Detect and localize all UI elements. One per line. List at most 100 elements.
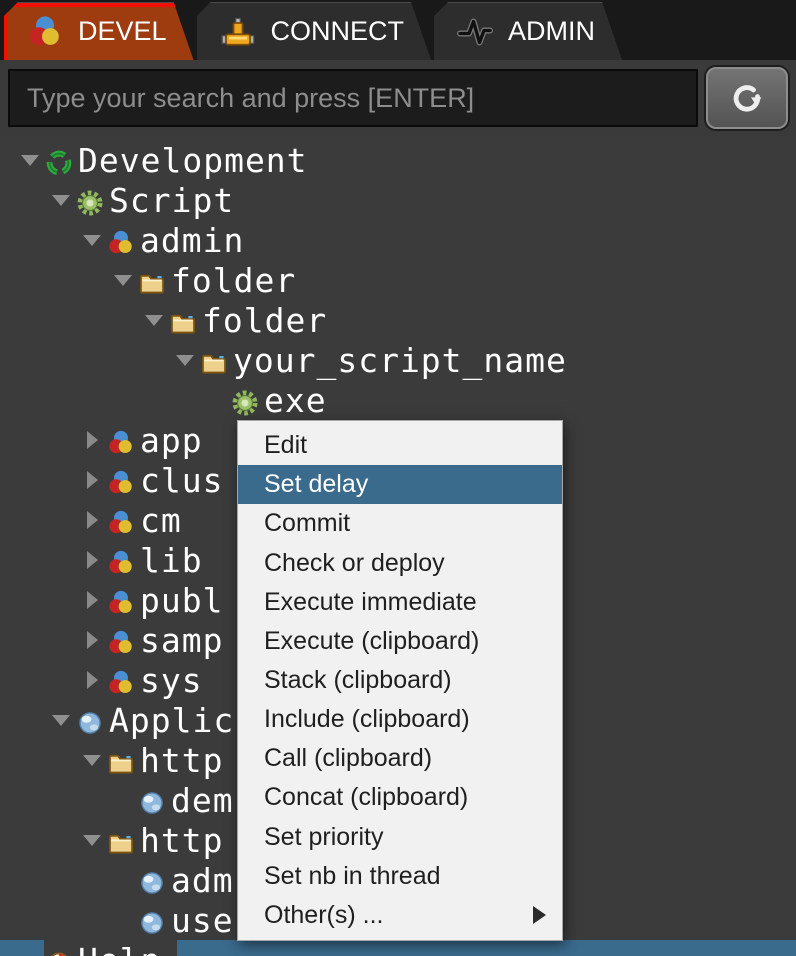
- tree-row-label-box: Script: [75, 181, 234, 220]
- arrow-spacer: [16, 946, 44, 956]
- tree-row-label-box: your_script_name: [199, 341, 567, 380]
- expand-collapse-triangle[interactable]: [140, 306, 168, 334]
- tree-row-admin[interactable]: admin: [0, 220, 796, 260]
- triangle-down-icon: [114, 275, 132, 286]
- tree-row-label: lib: [140, 541, 203, 580]
- circles-icon: [107, 586, 135, 614]
- tree-row-label: adm: [171, 861, 234, 900]
- triangle-right-icon: [87, 511, 98, 529]
- expand-collapse-triangle[interactable]: [78, 466, 106, 494]
- tree-row-label: samp: [140, 621, 223, 660]
- expand-collapse-triangle[interactable]: [78, 826, 106, 854]
- tree-row-label: http: [140, 741, 223, 780]
- tab-admin[interactable]: ADMIN: [434, 2, 622, 60]
- tree-row-your_script_name[interactable]: your_script_name: [0, 340, 796, 380]
- folder-icon: [200, 346, 228, 374]
- triangle-down-icon: [52, 715, 70, 726]
- tree-row-label-box: publ: [106, 581, 223, 620]
- menu-item-include-clipboard[interactable]: Include (clipboard): [238, 700, 562, 739]
- tree-row-label: admin: [140, 221, 244, 260]
- tree-row-label: clus: [140, 461, 223, 500]
- tree-row-label: use: [171, 901, 234, 940]
- menu-item-execute-immediate[interactable]: Execute immediate: [238, 583, 562, 622]
- circles-icon: [107, 626, 135, 654]
- expand-collapse-triangle[interactable]: [78, 506, 106, 534]
- tree-row-exe[interactable]: exe: [0, 380, 796, 420]
- circles-icon: [107, 546, 135, 574]
- menu-item-set-nb-in-thread[interactable]: Set nb in thread: [238, 857, 562, 896]
- triangle-right-icon: [87, 671, 98, 689]
- tree-row-label: Development: [78, 141, 308, 180]
- menu-item-stack-clipboard[interactable]: Stack (clipboard): [238, 661, 562, 700]
- menu-item-edit[interactable]: Edit: [238, 426, 562, 465]
- connector-icon: [220, 14, 256, 50]
- expand-collapse-triangle[interactable]: [171, 346, 199, 374]
- menu-item-execute-clipboard[interactable]: Execute (clipboard): [238, 622, 562, 661]
- triangle-down-icon: [83, 235, 101, 246]
- expand-collapse-triangle[interactable]: [78, 666, 106, 694]
- expand-collapse-triangle[interactable]: [109, 266, 137, 294]
- tree-row-label-box: use: [137, 901, 234, 940]
- tree-row-label: sys: [140, 661, 203, 700]
- search-input[interactable]: [8, 69, 698, 127]
- tab-devel[interactable]: DEVEL: [4, 2, 194, 60]
- expand-collapse-triangle[interactable]: [78, 546, 106, 574]
- triangle-down-icon: [21, 155, 39, 166]
- expand-collapse-triangle[interactable]: [16, 146, 44, 174]
- tree-row-help[interactable]: Help: [0, 940, 796, 956]
- tree-row-label-box: samp: [106, 621, 223, 660]
- menu-item-set-priority[interactable]: Set priority: [238, 818, 562, 857]
- menu-item-label: Include (clipboard): [264, 705, 470, 734]
- tree-row-label: exe: [264, 381, 327, 420]
- triangle-down-icon: [83, 755, 101, 766]
- expand-collapse-triangle[interactable]: [78, 226, 106, 254]
- menu-item-set-delay[interactable]: Set delay: [238, 465, 562, 504]
- triangle-right-icon: [87, 591, 98, 609]
- tree-row-label-box: exe: [230, 381, 327, 420]
- expand-collapse-triangle[interactable]: [78, 746, 106, 774]
- menu-item-concat-clipboard[interactable]: Concat (clipboard): [238, 778, 562, 817]
- expand-collapse-triangle[interactable]: [47, 186, 75, 214]
- triangle-right-icon: [87, 631, 98, 649]
- tree-row-development[interactable]: Development: [0, 140, 796, 180]
- triangle-down-icon: [52, 195, 70, 206]
- search-bar: [0, 60, 796, 136]
- tree-row-label-box: sys: [106, 661, 203, 700]
- tree-row-label-box: folder: [137, 261, 296, 300]
- menu-item-call-clipboard[interactable]: Call (clipboard): [238, 739, 562, 778]
- triangle-right-icon: [87, 471, 98, 489]
- arrow-spacer: [109, 786, 137, 814]
- tab-connect-label: CONNECT: [271, 16, 405, 47]
- circles-icon: [107, 226, 135, 254]
- tree-row-script[interactable]: Script: [0, 180, 796, 220]
- refresh-button[interactable]: [706, 67, 788, 129]
- menu-item-label: Set nb in thread: [264, 862, 441, 891]
- circles-icon: [27, 14, 63, 50]
- pulse-icon: [457, 14, 493, 50]
- tree-row-label-box: lib: [106, 541, 203, 580]
- lifebuoy-icon: [45, 946, 73, 956]
- gear-icon: [231, 386, 259, 414]
- context-menu: EditSet delayCommitCheck or deployExecut…: [237, 420, 563, 941]
- expand-collapse-triangle[interactable]: [47, 706, 75, 734]
- tab-connect[interactable]: CONNECT: [197, 2, 432, 60]
- menu-item-commit[interactable]: Commit: [238, 504, 562, 543]
- menu-item-other-s[interactable]: Other(s) ...: [238, 896, 562, 935]
- tree-row-folder[interactable]: folder: [0, 260, 796, 300]
- circles-icon: [107, 466, 135, 494]
- arrow-spacer: [109, 866, 137, 894]
- tree-row-label-box: app: [106, 421, 203, 460]
- menu-item-label: Set delay: [264, 470, 368, 499]
- dev-panel: DEVEL CONNECT ADMIN DevelopmentScriptadm…: [0, 0, 796, 956]
- menu-item-label: Commit: [264, 509, 350, 538]
- tree-row-folder[interactable]: folder: [0, 300, 796, 340]
- submenu-arrow-icon: [533, 906, 546, 924]
- expand-collapse-triangle[interactable]: [78, 426, 106, 454]
- expand-collapse-triangle[interactable]: [78, 586, 106, 614]
- menu-item-label: Edit: [264, 431, 307, 460]
- menu-item-check-or-deploy[interactable]: Check or deploy: [238, 543, 562, 582]
- expand-collapse-triangle[interactable]: [78, 626, 106, 654]
- tree-row-label: http: [140, 821, 223, 860]
- recycle-icon: [45, 146, 73, 174]
- tree-row-label: Help: [78, 941, 161, 956]
